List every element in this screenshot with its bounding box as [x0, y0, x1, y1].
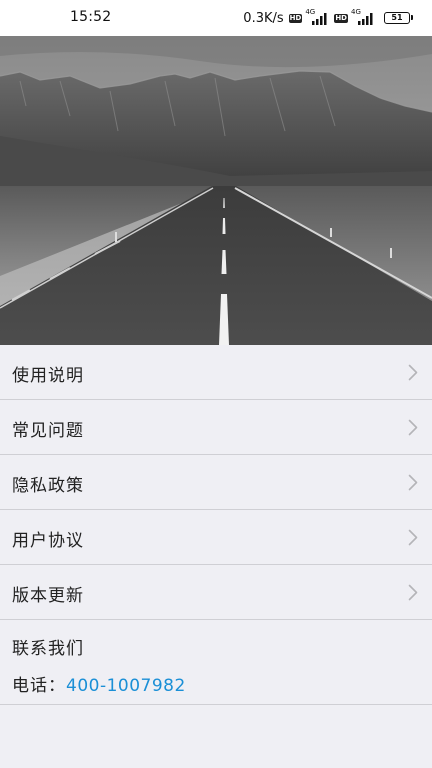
- chevron-right-icon: [408, 584, 418, 601]
- menu-item-label: 版本更新: [12, 586, 84, 606]
- signal-icon-2: 4G: [351, 8, 377, 25]
- menu-item-user-agreement[interactable]: 用户协议: [0, 510, 432, 565]
- menu-item-label: 使用说明: [12, 366, 84, 386]
- status-bar: 15:52 0.3K/s HD 4G HD 4G 51: [0, 0, 432, 36]
- menu-item-faq[interactable]: 常见问题: [0, 400, 432, 455]
- chevron-right-icon: [408, 529, 418, 546]
- status-indicators: 0.3K/s HD 4G HD 4G 51: [243, 8, 413, 27]
- menu-item-privacy-policy[interactable]: 隐私政策: [0, 455, 432, 510]
- about-page: 15:52 0.3K/s HD 4G HD 4G 51 使用说明 常见问题 隐私…: [0, 0, 432, 768]
- phone-number-link[interactable]: 400-1007982: [66, 676, 186, 696]
- chevron-right-icon: [408, 474, 418, 491]
- menu-item-version-update[interactable]: 版本更新: [0, 565, 432, 620]
- menu-item-instructions[interactable]: 使用说明: [0, 345, 432, 400]
- menu-item-label: 隐私政策: [12, 476, 84, 496]
- contact-section: 联系我们 电话：400-1007982: [0, 620, 432, 705]
- battery-level: 51: [391, 13, 403, 22]
- network-speed: 0.3K/s: [243, 10, 284, 26]
- status-time: 15:52: [70, 9, 112, 25]
- signal-icon: 4G: [305, 8, 331, 25]
- contact-title: 联系我们: [12, 639, 84, 659]
- chevron-right-icon: [408, 364, 418, 381]
- contact-phone-row: 电话：400-1007982: [12, 671, 186, 696]
- menu-item-label: 用户协议: [12, 531, 84, 551]
- menu-list: 使用说明 常见问题 隐私政策 用户协议 版本更新 联系我们 电话：400-100…: [0, 345, 432, 705]
- hd-icon: HD: [288, 13, 303, 23]
- battery-icon: 51: [384, 12, 413, 24]
- hero-image: [0, 36, 432, 345]
- chevron-right-icon: [408, 419, 418, 436]
- menu-item-label: 常见问题: [12, 421, 84, 441]
- phone-label: 电话：: [12, 676, 66, 696]
- hd-icon-2: HD: [334, 13, 348, 23]
- mountain-road-photo: [0, 36, 432, 345]
